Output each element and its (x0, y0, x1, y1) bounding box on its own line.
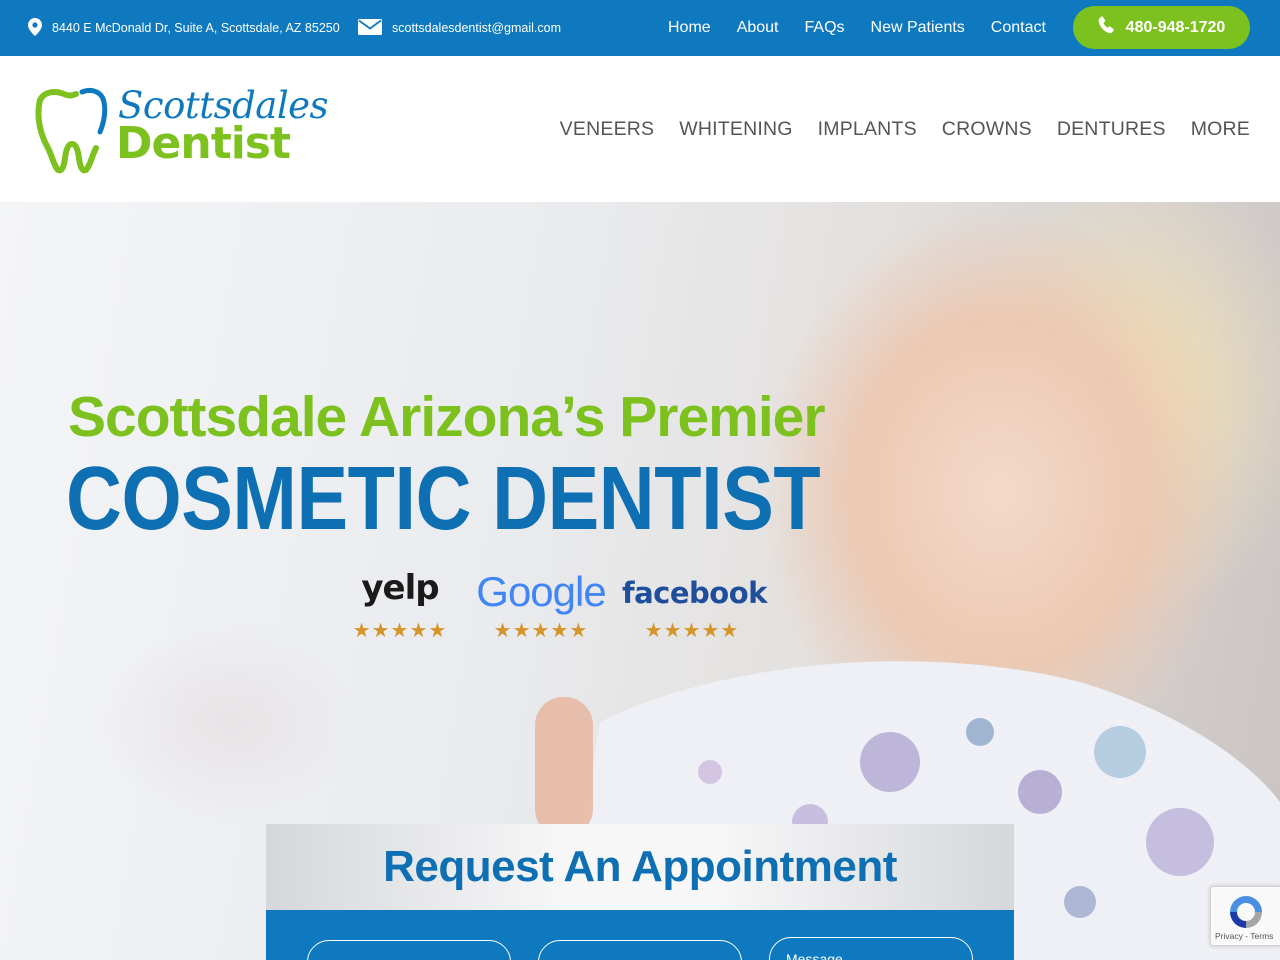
map-pin-icon (28, 17, 52, 39)
nav-dentures[interactable]: DENTURES (1057, 118, 1166, 141)
logo-word-text: Dentist (116, 118, 291, 169)
facebook-stars: ★★★★★ (644, 620, 740, 642)
review-badges: yelp ★★★★★ Google ★★★★★ facebook ★★★★★ (340, 568, 770, 658)
name-input[interactable] (307, 940, 511, 960)
address-info: 8440 E McDonald Dr, Suite A, Scottsdale,… (28, 0, 340, 56)
message-input[interactable] (769, 937, 973, 960)
review-yelp[interactable]: yelp ★★★★★ (340, 568, 460, 643)
envelope-icon (358, 18, 392, 38)
phone-icon (1098, 16, 1126, 39)
phone-number: 480-948-1720 (1125, 18, 1226, 36)
top-nav-about[interactable]: About (737, 19, 779, 37)
yelp-logo: yelp (361, 568, 439, 608)
appointment-header: Request An Appointment (266, 824, 1014, 910)
address-text: 8440 E McDonald Dr, Suite A, Scottsdale,… (52, 21, 340, 35)
email-link[interactable]: scottsdalesdentist@gmail.com (392, 21, 561, 35)
top-nav: Home About FAQs New Patients Contact (668, 0, 1046, 56)
main-nav: VENEERS WHITENING IMPLANTS CROWNS DENTUR… (535, 56, 1250, 202)
hero-background-blur (100, 622, 360, 822)
phone-number-input[interactable] (538, 940, 742, 960)
recaptcha-links[interactable]: Privacy - Terms (1215, 931, 1273, 941)
yelp-stars: ★★★★★ (352, 620, 448, 642)
email-info[interactable]: scottsdalesdentist@gmail.com (358, 0, 561, 56)
appointment-title: Request An Appointment (383, 842, 897, 891)
appointment-body (266, 910, 1014, 960)
site-header: Scottsdales Dentist VENEERS WHITENING IM… (0, 56, 1280, 202)
call-phone-button[interactable]: 480-948-1720 (1073, 6, 1250, 49)
hero-thumb-shape (535, 697, 593, 837)
top-nav-contact[interactable]: Contact (991, 19, 1046, 37)
nav-whitening[interactable]: WHITENING (679, 118, 792, 141)
review-facebook[interactable]: facebook ★★★★★ (622, 568, 767, 643)
top-bar: 8440 E McDonald Dr, Suite A, Scottsdale,… (0, 0, 1280, 56)
recaptcha-icon (1230, 896, 1262, 928)
nav-implants[interactable]: IMPLANTS (818, 118, 917, 141)
hero-title: COSMETIC DENTIST (66, 449, 821, 549)
nav-crowns[interactable]: CROWNS (942, 118, 1032, 141)
hero-subtitle: Scottsdale Arizona’s Premier (68, 385, 826, 449)
google-logo: Google (476, 568, 606, 615)
facebook-logo: facebook (622, 576, 767, 610)
appointment-form: Request An Appointment (266, 824, 1014, 960)
review-google[interactable]: Google ★★★★★ (476, 568, 606, 643)
top-nav-home[interactable]: Home (668, 19, 711, 37)
site-logo[interactable]: Scottsdales Dentist (34, 84, 329, 174)
nav-veneers[interactable]: VENEERS (560, 118, 655, 141)
nav-more[interactable]: MORE (1191, 118, 1250, 141)
top-nav-new-patients[interactable]: New Patients (871, 19, 965, 37)
google-stars: ★★★★★ (493, 620, 589, 642)
recaptcha-badge[interactable]: Privacy - Terms (1210, 886, 1280, 946)
top-nav-faqs[interactable]: FAQs (805, 19, 845, 37)
tooth-logo-icon (35, 87, 108, 174)
